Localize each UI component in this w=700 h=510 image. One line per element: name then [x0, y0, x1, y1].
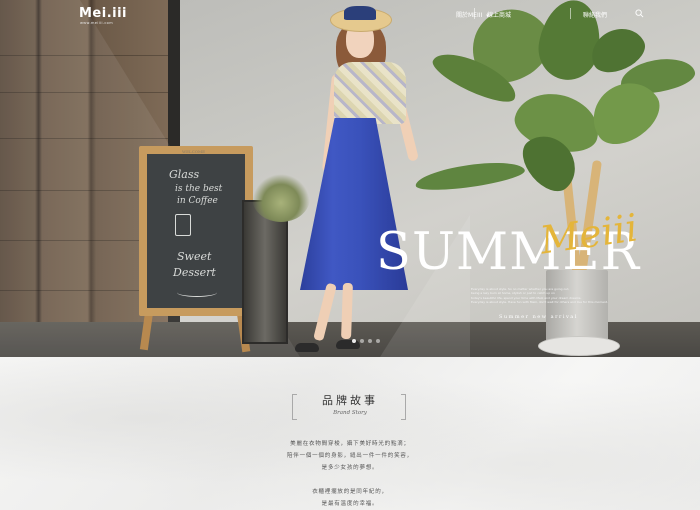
brand-story-title: 品牌故事: [322, 394, 378, 407]
chalkboard-text: is the best: [175, 184, 223, 194]
story-line: 衣櫃裡擺放的是同年紀的，: [312, 489, 388, 495]
site-logo[interactable]: Mei.iii: [79, 6, 127, 21]
model-shoe: [295, 343, 319, 352]
chalkboard-text: Glass: [169, 168, 200, 181]
chalkboard: WELCOME Glass is the best in Coffee Swee…: [139, 146, 253, 316]
nav-item-label: 聯絡我們: [583, 12, 608, 19]
air-plant: [252, 174, 310, 222]
nav-item-label: 線上商城: [487, 12, 512, 19]
story-line: 是多少女孩的夢想。: [321, 465, 379, 471]
nav-divider: [570, 8, 571, 19]
carousel-dot[interactable]: [376, 339, 380, 343]
nav-divider: [474, 8, 475, 19]
hero-fine-print: Everyday is about style. So no matter wh…: [471, 287, 641, 305]
model-leg: [341, 282, 353, 340]
cup-drawing: [175, 214, 191, 236]
chalkboard-text: Dessert: [173, 266, 216, 279]
model-shoe: [336, 340, 360, 349]
chalkboard-text: Sweet: [177, 250, 212, 263]
title-bracket-left: [292, 394, 297, 420]
brand-story-subtitle: Brand Story: [333, 410, 367, 416]
cake-drawing: [177, 288, 217, 297]
nav-item-about[interactable]: 關於MEIII ▾: [456, 10, 489, 19]
nav-item-contact[interactable]: 聯絡我們: [583, 10, 607, 19]
title-bracket-right: [401, 394, 406, 420]
site-logo-url: www.meiiii.com: [80, 21, 114, 25]
carousel-dot[interactable]: [360, 339, 364, 343]
carousel-dot[interactable]: [352, 339, 356, 343]
nav-item-shop[interactable]: 線上商城: [487, 10, 511, 19]
hero-banner: WELCOME Glass is the best in Coffee Swee…: [0, 0, 700, 357]
hat-band: [344, 6, 376, 20]
story-line: 陪伴一個一個的身影，縫出一件一件的笑容，: [286, 453, 413, 459]
fine-print-line: Everyday is about style. Have fun with M…: [471, 300, 609, 305]
search-icon[interactable]: [635, 9, 644, 18]
model-top: [334, 62, 406, 124]
plant-saucer: [538, 336, 620, 356]
story-line: 是最有溫度的幸福。: [321, 501, 379, 507]
chalkboard-text: in Coffee: [177, 196, 218, 206]
hero-tagline: Summer new arrival: [499, 314, 578, 320]
chalkboard-header: WELCOME: [182, 149, 206, 154]
story-line: 美麗在衣物間穿梭，攝下美好時光的點滴；: [290, 441, 410, 447]
carousel-dot[interactable]: [368, 339, 372, 343]
nav-item-label: 關於MEIII: [456, 12, 483, 19]
